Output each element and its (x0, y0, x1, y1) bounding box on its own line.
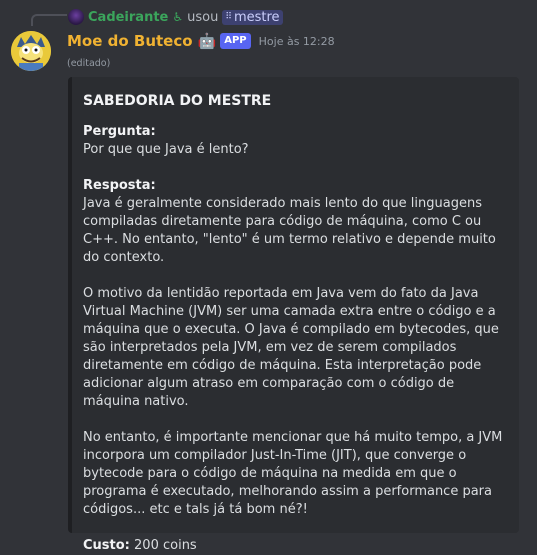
answer-paragraph-2: O motivo da lentidão reportada em Java v… (83, 286, 499, 409)
answer-paragraph-1: Java é geralmente considerado mais lento… (83, 196, 496, 265)
embed-card: SABEDORIA DO MESTRE Pergunta: Por que qu… (68, 77, 519, 553)
app-badge: APP (220, 33, 251, 49)
question-label: Pergunta: (83, 124, 156, 139)
reply-user-avatar[interactable] (68, 9, 84, 25)
cost-label: Custo: (83, 538, 130, 553)
reply-connector-line (31, 14, 67, 26)
cost-value: 200 coins (134, 538, 197, 553)
reply-username[interactable]: Cadeirante (88, 10, 168, 25)
robot-icon: 🤖 (197, 32, 217, 50)
cost-line: Custo: 200 coins (83, 537, 513, 555)
reply-verb: usou (187, 9, 219, 25)
edited-label[interactable]: (editado) (67, 58, 110, 69)
message-timestamp[interactable]: Hoje às 12:28 (259, 35, 335, 48)
answer-label: Resposta: (83, 178, 156, 193)
slash-command-icon: ⠿ (225, 12, 232, 22)
wheelchair-icon: ♿ (172, 10, 184, 24)
author-avatar[interactable] (11, 31, 51, 71)
answer-paragraph-3: No entanto, é importante mencionar que h… (83, 430, 503, 517)
author-name[interactable]: Moe do Buteco (67, 32, 193, 50)
embed-title: SABEDORIA DO MESTRE (83, 93, 272, 109)
command-name: mestre (233, 9, 280, 25)
moe-face-icon (11, 31, 51, 71)
reply-context[interactable]: Cadeirante ♿ usou ⠿ mestre (68, 8, 283, 26)
question-text: Por que que Java é lento? (83, 142, 249, 157)
command-mention[interactable]: ⠿ mestre (222, 9, 283, 25)
embed-body: Pergunta: Por que que Java é lento? Resp… (83, 123, 513, 555)
message-header: Moe do Buteco 🤖 APP Hoje às 12:28 (67, 31, 335, 51)
